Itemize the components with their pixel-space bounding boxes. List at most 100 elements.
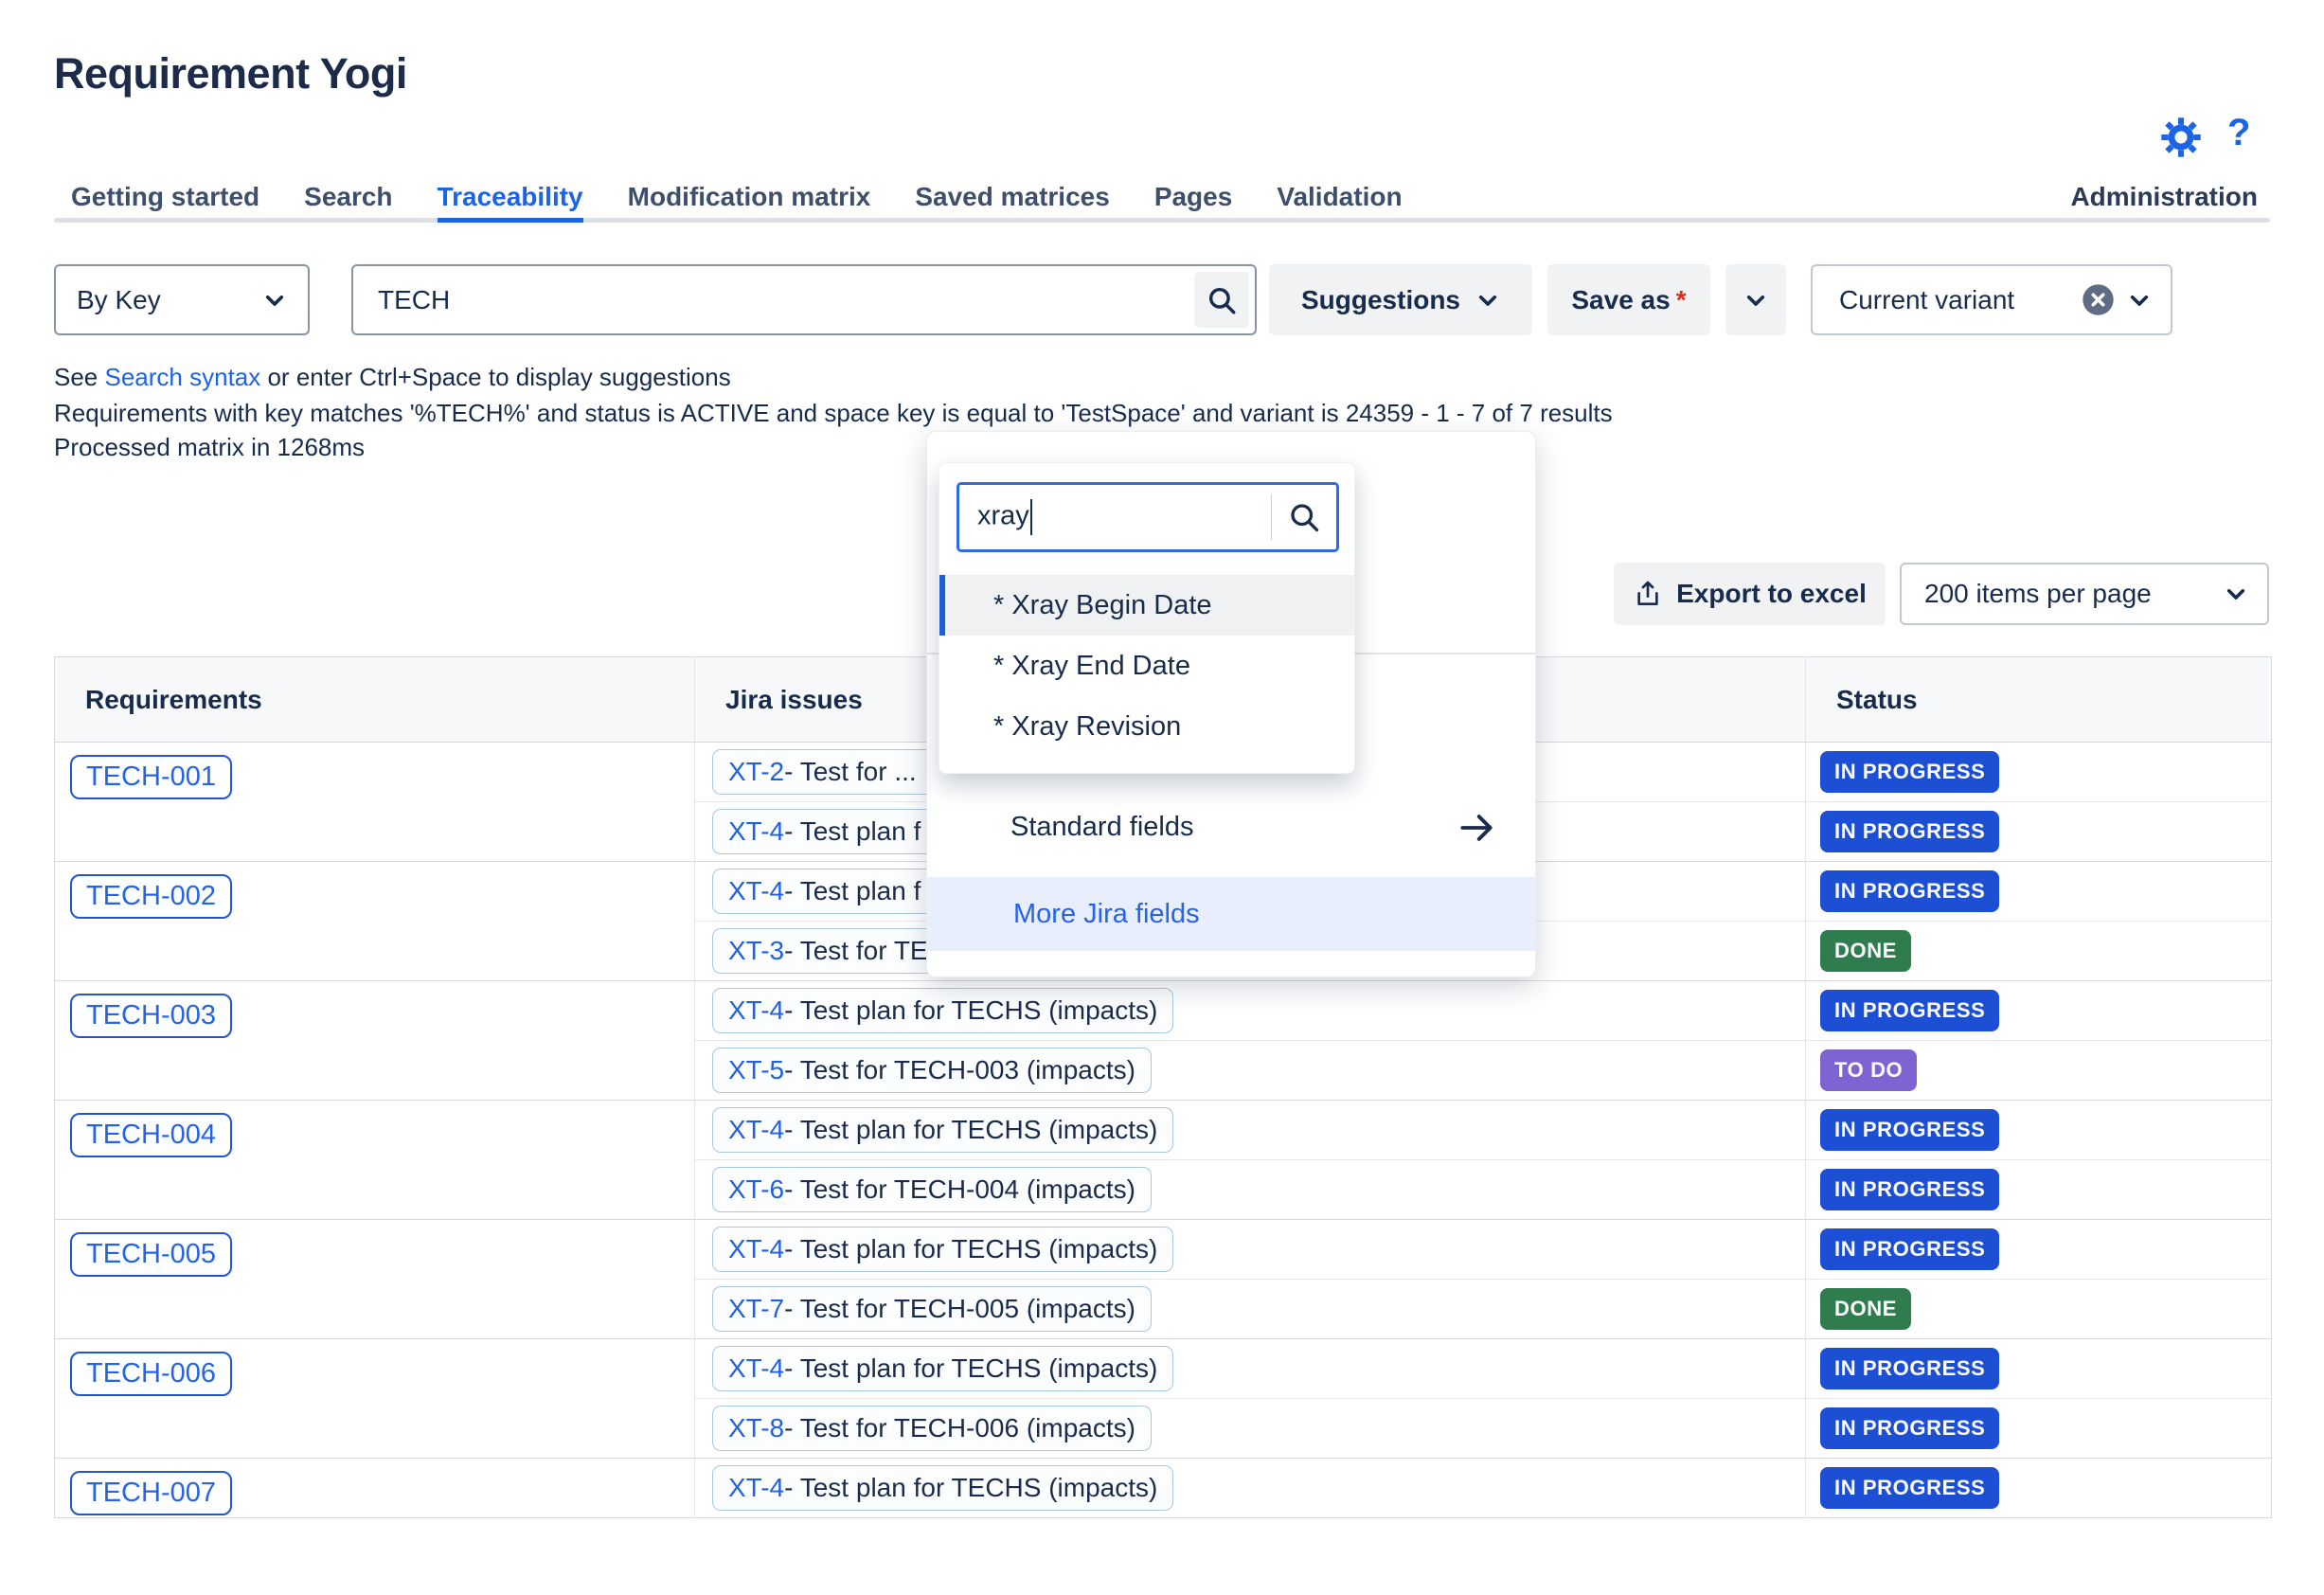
jira-issue-key: XT-4 [728,1473,785,1502]
more-jira-fields-item[interactable]: More Jira fields [927,877,1535,951]
page-title: Requirement Yogi [54,49,407,98]
chevron-down-icon [1478,295,1497,306]
jira-issue-summary: - Test plan f [784,876,921,905]
status-badge: DONE [1820,1288,1911,1330]
jira-issue-key: XT-7 [728,1294,785,1323]
table-row: TECH-006 XT-4 - Test plan for TECHS (impa… [54,1338,2272,1459]
tab-bar: Getting started Search Traceability Modific… [71,180,1403,223]
requirement-badge[interactable]: TECH-001 [70,755,232,799]
jira-issue-chip[interactable]: XT-4 - Test plan for TECHS (impacts) [712,1107,1174,1153]
more-jira-fields-label: More Jira fields [1013,898,1200,929]
status-badge: IN PROGRESS [1820,990,2000,1031]
variant-select[interactable]: Current variant [1811,264,2172,335]
search-mode-select[interactable]: By Key [54,264,310,335]
export-icon [1637,581,1658,605]
status-badge: IN PROGRESS [1820,1467,2000,1509]
requirement-badge[interactable]: TECH-007 [70,1471,232,1515]
export-to-excel-button[interactable]: Export to excel [1614,563,1886,625]
tab-validation[interactable]: Validation [1277,180,1402,223]
tab-traceability[interactable]: Traceability [437,180,583,223]
standard-fields-label: Standard fields [1010,812,1194,842]
field-search-value: xray [977,499,1271,535]
suggestions-label: Suggestions [1300,284,1460,314]
jira-issue-chip[interactable]: XT-4 - Test plan for TECHS (impacts) [712,1346,1174,1391]
requirement-badge[interactable]: TECH-002 [70,874,232,919]
status-badge: IN PROGRESS [1820,811,2000,852]
items-per-page-select[interactable]: 200 items per page [1900,563,2269,625]
field-search-input[interactable]: xray [956,482,1339,552]
field-suggestion-label: * Xray Revision [993,710,1182,742]
status-badge: TO DO [1820,1049,1918,1091]
jira-issue-chip[interactable]: XT-4 - Test plan for TECHS (impacts) [712,988,1174,1033]
requirement-badge[interactable]: TECH-006 [70,1352,232,1396]
search-mode-value: By Key [77,284,161,314]
suggestions-button[interactable]: Suggestions [1269,264,1532,335]
jira-issue-chip[interactable]: XT-7 - Test for TECH-005 (impacts) [712,1286,1152,1332]
field-suggestion-label: * Xray End Date [993,650,1190,681]
jira-issue-summary: - Test for ... [784,757,917,786]
tab-pages[interactable]: Pages [1154,180,1233,223]
search-syntax-link[interactable]: Search syntax [105,363,261,391]
column-header-requirements: Requirements [54,656,695,743]
save-as-button[interactable]: Save as * [1547,264,1710,335]
field-suggestion[interactable]: * Xray Begin Date [939,575,1354,636]
input-divider [1270,494,1272,540]
jira-issue-summary: - Test plan f [784,816,921,846]
requirement-badge[interactable]: TECH-005 [70,1232,232,1277]
jira-issue-key: XT-4 [728,816,785,846]
processing-time-text: Processed matrix in 1268ms [54,433,366,461]
tab-administration[interactable]: Administration [2070,180,2258,213]
tab-modification-matrix[interactable]: Modification matrix [628,180,871,223]
field-suggestion-list: * Xray Begin Date * Xray End Date * Xray R… [939,575,1354,757]
tab-search[interactable]: Search [304,180,392,223]
jira-issue-chip[interactable]: XT-8 - Test for TECH-006 (impacts) [712,1406,1152,1451]
jira-issue-summary: - Test for TECH-005 (impacts) [784,1294,1135,1323]
jira-issue-key: XT-5 [728,1055,785,1084]
chevron-down-icon [265,295,284,306]
jira-issue-summary: - Test plan for TECHS (impacts) [784,1234,1158,1263]
jira-issue-key: XT-2 [728,757,785,786]
tab-getting-started[interactable]: Getting started [71,180,259,223]
clear-variant-icon[interactable] [2081,282,2116,317]
tab-saved-matrices[interactable]: Saved matrices [915,180,1109,223]
requirement-badge[interactable]: TECH-003 [70,994,232,1038]
field-suggestion[interactable]: * Xray Revision [939,696,1354,757]
jira-issue-key: XT-4 [728,1353,785,1383]
field-suggestion[interactable]: * Xray End Date [939,636,1354,696]
save-as-label: Save as [1571,284,1671,314]
jira-issue-summary: - Test plan for TECHS (impacts) [784,995,1158,1025]
status-badge: IN PROGRESS [1820,1169,2000,1210]
search-input-value: TECH [378,284,451,314]
gear-icon[interactable] [2159,116,2203,159]
field-suggestion-label: * Xray Begin Date [993,589,1212,620]
export-label: Export to excel [1676,579,1867,608]
jira-issue-chip[interactable]: XT-6 - Test for TECH-004 (impacts) [712,1167,1152,1212]
arrow-right-icon [1460,814,1493,841]
jira-issue-chip[interactable]: XT-4 - Test plan for TECHS (impacts) [712,1227,1174,1272]
status-badge: IN PROGRESS [1820,870,2000,912]
save-as-menu-button[interactable] [1725,264,1786,335]
jira-issue-key: XT-6 [728,1174,785,1204]
search-icon [1208,287,1236,314]
jira-issue-key: XT-4 [728,995,785,1025]
search-button[interactable] [1194,272,1249,328]
jira-issue-chip[interactable]: XT-4 - Test plan for TECHS (impacts) [712,1465,1174,1511]
jira-issue-chip[interactable]: XT-5 - Test for TECH-003 (impacts) [712,1048,1152,1093]
requirement-yogi-page: Requirement Yogi ? Getting started Search… [0,0,2324,1595]
status-badge: IN PROGRESS [1820,1348,2000,1389]
jira-issue-summary: - Test plan for TECHS (impacts) [784,1353,1158,1383]
standard-fields-item[interactable]: Standard fields [927,778,1535,877]
search-input[interactable]: TECH [351,264,1257,335]
table-row: TECH-005 XT-4 - Test plan for TECHS (impa… [54,1219,2272,1339]
jira-issue-summary: - Test plan for TECHS (impacts) [784,1473,1158,1502]
jira-issue-summary: - Test for TE [784,936,928,965]
status-badge: IN PROGRESS [1820,751,2000,793]
status-badge: IN PROGRESS [1820,1228,2000,1270]
jira-issue-summary: - Test for TECH-006 (impacts) [784,1413,1135,1443]
text-caret [1029,499,1033,535]
query-summary-text: Requirements with key matches '%TECH%' a… [54,399,1613,427]
requirement-badge[interactable]: TECH-004 [70,1113,232,1157]
column-header-status: Status [1805,656,2272,743]
required-asterisk: * [1675,284,1687,314]
help-icon[interactable]: ? [2227,112,2250,154]
